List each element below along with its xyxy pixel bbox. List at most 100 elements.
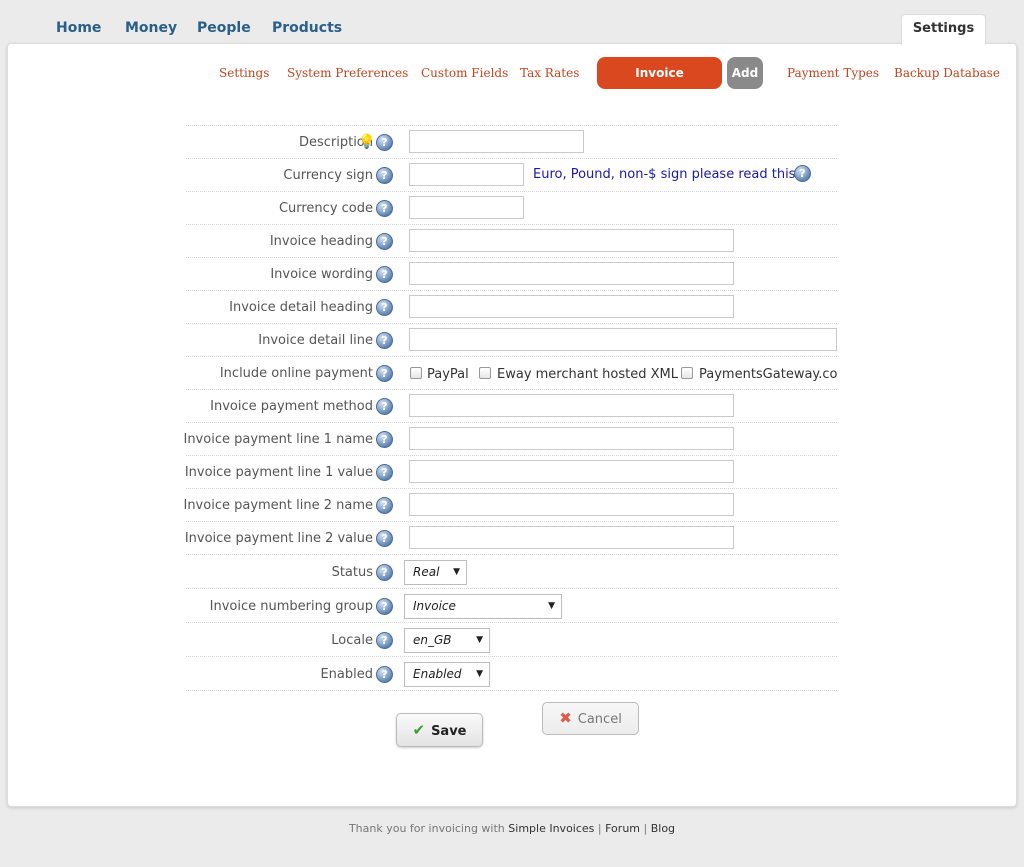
numbering-group-label: Invoice numbering group bbox=[209, 599, 373, 614]
footer-text: Thank you for invoicing with bbox=[348, 822, 505, 835]
payment-line2-value-input[interactable] bbox=[409, 526, 734, 549]
nav-home[interactable]: Home bbox=[56, 20, 101, 36]
subnav-add-button[interactable]: Add bbox=[727, 57, 763, 89]
currency-sign-note-link[interactable]: Euro, Pound, non-$ sign please read this bbox=[533, 167, 795, 182]
eway-label: Eway merchant hosted XML bbox=[497, 367, 678, 382]
invoice-detail-line-input[interactable] bbox=[409, 328, 837, 351]
payment-line2-name-input[interactable] bbox=[409, 493, 734, 516]
subnav-invoice-preferences[interactable]: Invoice Preferences bbox=[597, 57, 722, 112]
row-payment-line1-value: Invoice payment line 1 value ? bbox=[184, 455, 837, 488]
payment-line2-name-label: Invoice payment line 2 name bbox=[183, 498, 373, 513]
help-icon[interactable]: ? bbox=[376, 497, 393, 514]
nav-money[interactable]: Money bbox=[125, 20, 177, 36]
locale-select-value: en_GB bbox=[413, 633, 452, 647]
help-icon[interactable]: ? bbox=[376, 464, 393, 481]
save-button[interactable]: ✔ Save bbox=[396, 713, 483, 747]
nav-products[interactable]: Products bbox=[272, 20, 342, 36]
help-icon[interactable]: ? bbox=[376, 365, 393, 382]
row-payment-line2-value: Invoice payment line 2 value ? bbox=[184, 521, 837, 554]
nav-settings-tab[interactable]: Settings bbox=[901, 14, 986, 45]
caret-down-icon: ▼ bbox=[476, 635, 483, 645]
paypal-checkbox[interactable] bbox=[410, 367, 422, 379]
help-icon[interactable]: ? bbox=[376, 167, 393, 184]
cancel-button[interactable]: ✖ Cancel bbox=[542, 702, 639, 735]
row-currency-code: Currency code ? bbox=[186, 191, 837, 224]
invoice-detail-heading-label: Invoice detail heading bbox=[229, 300, 373, 315]
row-invoice-detail-heading: Invoice detail heading ? bbox=[186, 290, 837, 323]
currency-code-input[interactable] bbox=[409, 196, 524, 219]
payment-method-label: Invoice payment method bbox=[210, 399, 373, 414]
subnav-system-preferences[interactable]: System Preferences bbox=[287, 66, 408, 80]
currency-sign-input[interactable] bbox=[409, 163, 524, 186]
help-icon[interactable]: ? bbox=[376, 632, 393, 649]
help-icon[interactable]: ? bbox=[376, 299, 393, 316]
row-numbering-group: Invoice numbering group ? Invoice ▼ bbox=[186, 588, 837, 622]
paymentsgateway-checkbox[interactable] bbox=[681, 367, 693, 379]
lightbulb-icon: 💡 bbox=[358, 134, 376, 150]
footer-separator: | bbox=[643, 822, 648, 835]
subnav-backup-database[interactable]: Backup Database bbox=[894, 66, 1000, 80]
row-payment-line2-name: Invoice payment line 2 name ? bbox=[183, 488, 837, 521]
footer-link-simple-invoices[interactable]: Simple Invoices bbox=[508, 822, 594, 835]
help-icon[interactable]: ? bbox=[376, 332, 393, 349]
invoice-detail-heading-input[interactable] bbox=[409, 295, 734, 318]
enabled-select-value: Enabled bbox=[413, 667, 462, 681]
payment-line1-name-input[interactable] bbox=[409, 427, 734, 450]
help-icon[interactable]: ? bbox=[376, 598, 393, 615]
save-button-label: Save bbox=[431, 724, 467, 739]
invoice-detail-line-label: Invoice detail line bbox=[258, 333, 373, 348]
caret-down-icon: ▼ bbox=[548, 601, 555, 611]
help-icon[interactable]: ? bbox=[376, 564, 393, 581]
description-input[interactable] bbox=[409, 130, 584, 153]
payment-line1-value-label: Invoice payment line 1 value bbox=[184, 465, 373, 480]
cancel-button-label: Cancel bbox=[577, 712, 622, 727]
paypal-label: PayPal bbox=[427, 367, 469, 382]
subnav-settings[interactable]: Settings bbox=[219, 66, 269, 80]
payment-method-input[interactable] bbox=[409, 394, 734, 417]
row-currency-sign: Currency sign ? Euro, Pound, non-$ sign … bbox=[186, 158, 837, 191]
online-payment-label: Include online payment bbox=[219, 366, 373, 381]
numbering-group-select[interactable]: Invoice ▼ bbox=[404, 594, 562, 619]
subnav-payment-types[interactable]: Payment Types bbox=[787, 66, 879, 80]
invoice-heading-label: Invoice heading bbox=[269, 234, 373, 249]
footer-link-blog[interactable]: Blog bbox=[651, 822, 675, 835]
help-icon[interactable]: ? bbox=[376, 134, 393, 151]
row-payment-method: Invoice payment method ? bbox=[186, 389, 837, 422]
status-select[interactable]: Real ▼ bbox=[404, 560, 467, 585]
help-icon[interactable]: ? bbox=[376, 200, 393, 217]
help-icon[interactable]: ? bbox=[376, 233, 393, 250]
row-online-payment: Include online payment ? PayPal Eway mer… bbox=[186, 356, 837, 389]
help-icon[interactable]: ? bbox=[376, 530, 393, 547]
help-icon[interactable]: ? bbox=[376, 666, 393, 683]
locale-select[interactable]: en_GB ▼ bbox=[404, 628, 490, 653]
paymentsgateway-label: PaymentsGateway.com bbox=[699, 367, 837, 382]
enabled-label: Enabled bbox=[320, 667, 373, 682]
caret-down-icon: ▼ bbox=[476, 669, 483, 679]
footer-separator: | bbox=[597, 822, 602, 835]
check-icon: ✔ bbox=[412, 721, 426, 739]
top-navigation: Home Money People Products bbox=[0, 0, 1024, 44]
payment-line1-name-label: Invoice payment line 1 name bbox=[183, 432, 373, 447]
payment-line1-value-input[interactable] bbox=[409, 460, 734, 483]
subnav-custom-fields[interactable]: Custom Fields bbox=[421, 66, 508, 80]
invoice-wording-label: Invoice wording bbox=[270, 267, 373, 282]
row-invoice-detail-line: Invoice detail line ? bbox=[186, 323, 837, 356]
eway-checkbox[interactable] bbox=[479, 367, 491, 379]
enabled-select[interactable]: Enabled ▼ bbox=[404, 662, 490, 687]
numbering-group-select-value: Invoice bbox=[413, 599, 456, 613]
help-icon[interactable]: ? bbox=[794, 165, 811, 182]
payment-line2-value-label: Invoice payment line 2 value bbox=[184, 531, 373, 546]
help-icon[interactable]: ? bbox=[376, 431, 393, 448]
footer: Thank you for invoicing with Simple Invo… bbox=[0, 822, 1024, 835]
footer-link-forum[interactable]: Forum bbox=[605, 822, 640, 835]
help-icon[interactable]: ? bbox=[376, 266, 393, 283]
row-invoice-wording: Invoice wording ? bbox=[186, 257, 837, 290]
nav-people[interactable]: People bbox=[197, 20, 251, 36]
subnav-tax-rates[interactable]: Tax Rates bbox=[520, 66, 579, 80]
caret-down-icon: ▼ bbox=[453, 567, 460, 577]
cross-icon: ✖ bbox=[559, 709, 572, 727]
status-label: Status bbox=[331, 565, 373, 580]
invoice-heading-input[interactable] bbox=[409, 229, 734, 252]
invoice-wording-input[interactable] bbox=[409, 262, 734, 285]
help-icon[interactable]: ? bbox=[376, 398, 393, 415]
